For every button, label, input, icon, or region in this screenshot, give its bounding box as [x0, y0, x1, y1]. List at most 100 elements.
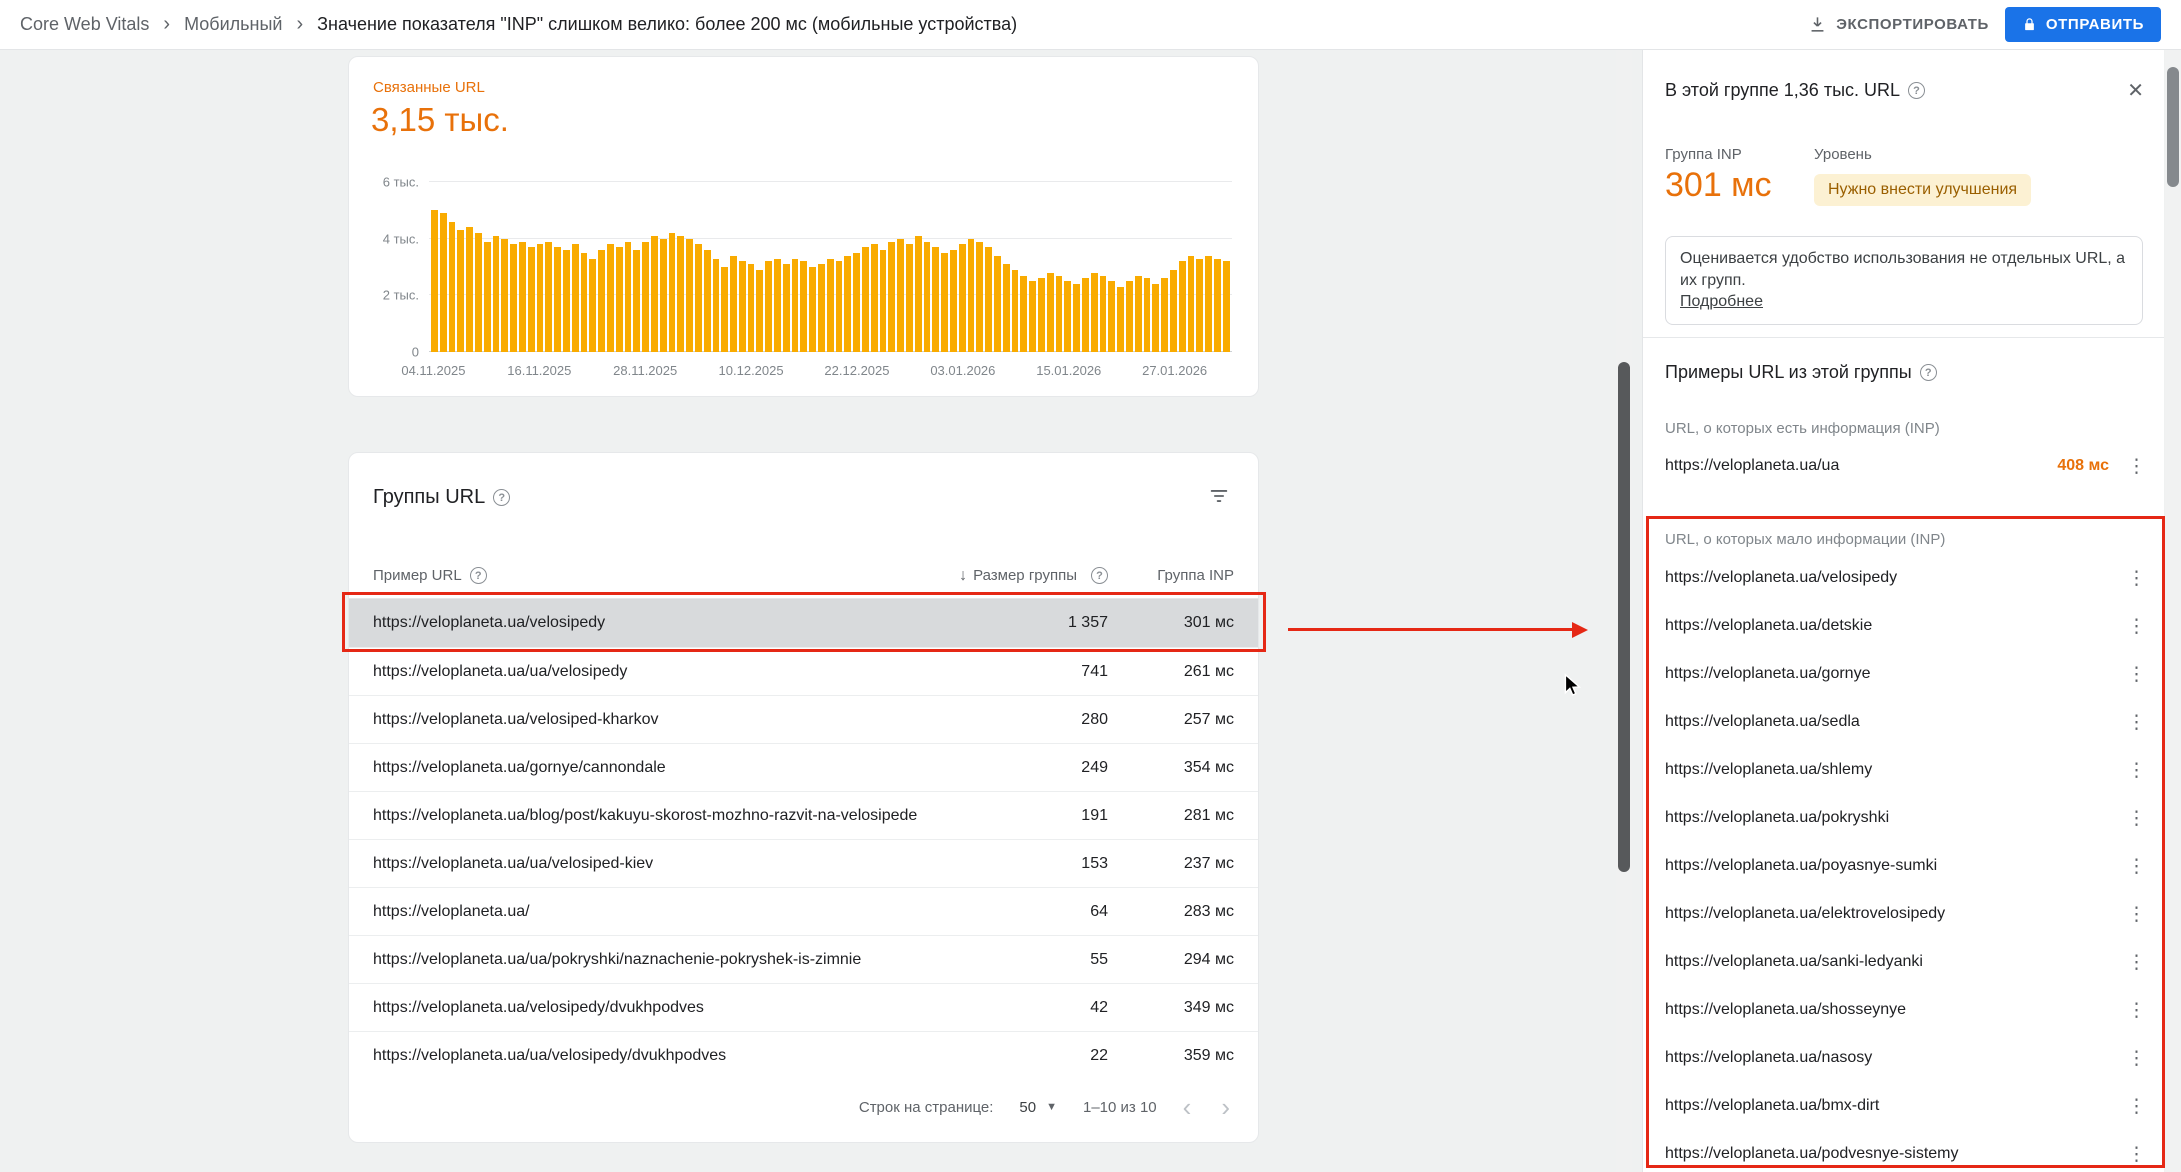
kebab-menu-icon[interactable]: ⋮ — [2123, 759, 2150, 782]
url-groups-table-body: https://veloplaneta.ua/velosipedy1 35730… — [349, 599, 1258, 1079]
breadcrumb-core-web-vitals[interactable]: Core Web Vitals — [20, 14, 149, 35]
kebab-menu-icon[interactable]: ⋮ — [2123, 855, 2150, 878]
chart-bar — [545, 242, 552, 353]
kebab-menu-icon[interactable]: ⋮ — [2123, 999, 2150, 1022]
url-list-item[interactable]: https://veloplaneta.ua/sanki-ledyanki⋮ — [1643, 938, 2164, 986]
learn-more-link[interactable]: Подробнее — [1680, 293, 1763, 310]
chart-bar — [598, 250, 605, 352]
url-list-item[interactable]: https://veloplaneta.ua/detskie⋮ — [1643, 602, 2164, 650]
pagination-range: 1–10 из 10 — [1083, 1099, 1157, 1116]
kebab-menu-icon[interactable]: ⋮ — [2123, 711, 2150, 734]
table-row[interactable]: https://veloplaneta.ua/ua/velosipedy7412… — [349, 647, 1258, 695]
help-icon[interactable]: ? — [493, 489, 510, 506]
known-url[interactable]: https://veloplaneta.ua/ua — [1665, 457, 2057, 475]
panel-scrollbar-track[interactable] — [2165, 50, 2181, 1172]
col-header-example-url[interactable]: Пример URL ? — [349, 567, 923, 584]
chart-bar — [1214, 259, 1221, 353]
table-row[interactable]: https://veloplaneta.ua/velosiped-kharkov… — [349, 695, 1258, 743]
row-group-size: 153 — [923, 855, 1108, 873]
row-group-inp: 349 мс — [1108, 999, 1258, 1017]
url-list-item[interactable]: https://veloplaneta.ua/shosseynye⋮ — [1643, 986, 2164, 1034]
chart-bar — [440, 213, 447, 352]
row-group-size: 741 — [923, 663, 1108, 681]
row-group-size: 22 — [923, 1047, 1108, 1065]
level-label: Уровень — [1814, 146, 1872, 163]
chart-bar — [660, 239, 667, 352]
col-header-group-size[interactable]: ↓ Размер группы ? — [923, 567, 1108, 585]
url-list-item[interactable]: https://veloplaneta.ua/gornye⋮ — [1643, 650, 2164, 698]
chart-bar — [633, 250, 640, 352]
table-row[interactable]: https://veloplaneta.ua/gornye/cannondale… — [349, 743, 1258, 791]
main-scrollbar-thumb[interactable] — [1618, 362, 1630, 872]
col-header-example-url-label: Пример URL — [373, 567, 462, 584]
url-groups-header: Группы URL ? — [373, 481, 1234, 514]
help-icon[interactable]: ? — [1920, 364, 1937, 381]
table-row[interactable]: https://veloplaneta.ua/blog/post/kakuyu-… — [349, 791, 1258, 839]
x-axis-label: 10.12.2025 — [719, 363, 784, 378]
url-list-item[interactable]: https://veloplaneta.ua/elektrovelosipedy… — [1643, 890, 2164, 938]
divider — [1643, 337, 2164, 338]
kebab-menu-icon[interactable]: ⋮ — [2123, 1095, 2150, 1118]
kebab-menu-icon[interactable]: ⋮ — [2123, 1047, 2150, 1070]
col-header-group-inp[interactable]: Группа INP — [1108, 567, 1258, 584]
kebab-menu-icon[interactable]: ⋮ — [2123, 663, 2150, 686]
mouse-cursor — [1560, 672, 1586, 703]
table-row[interactable]: https://veloplaneta.ua/ua/velosiped-kiev… — [349, 839, 1258, 887]
table-row[interactable]: https://veloplaneta.ua/64283 мс — [349, 887, 1258, 935]
close-panel-button[interactable]: ✕ — [2127, 78, 2144, 103]
chart-bar — [537, 244, 544, 352]
kebab-menu-icon[interactable]: ⋮ — [2123, 903, 2150, 926]
table-row[interactable]: https://veloplaneta.ua/ua/pokryshki/nazn… — [349, 935, 1258, 983]
kebab-menu-icon[interactable]: ⋮ — [2123, 951, 2150, 974]
group-detail-panel: В этой группе 1,36 тыс. URL ? ✕ Группа I… — [1642, 50, 2164, 1172]
url-list-item[interactable]: https://veloplaneta.ua/sedla⋮ — [1643, 698, 2164, 746]
help-icon[interactable]: ? — [1908, 82, 1925, 99]
row-example-url: https://veloplaneta.ua/velosipedy — [349, 614, 923, 632]
url-groups-title-text: Группы URL — [373, 486, 485, 509]
url-list-item[interactable]: https://veloplaneta.ua/velosipedy⋮ — [1643, 554, 2164, 602]
url-list-item[interactable]: https://veloplaneta.ua/podvesnye-sistemy… — [1643, 1130, 2164, 1172]
table-row[interactable]: https://veloplaneta.ua/ua/velosipedy/dvu… — [349, 1031, 1258, 1079]
url-list-item[interactable]: https://veloplaneta.ua/pokryshki⋮ — [1643, 794, 2164, 842]
main-scrollbar-track[interactable] — [1616, 50, 1632, 1172]
filter-button[interactable] — [1204, 481, 1234, 514]
kebab-menu-icon[interactable]: ⋮ — [2123, 1143, 2150, 1166]
next-page-icon[interactable]: › — [1221, 1094, 1230, 1120]
related-urls-card: Связанные URL 3,15 тыс. 02 тыс.4 тыс.6 т… — [348, 56, 1259, 397]
kebab-menu-icon[interactable]: ⋮ — [2123, 455, 2150, 478]
panel-scrollbar-thumb[interactable] — [2167, 67, 2179, 187]
previous-page-icon[interactable]: ‹ — [1183, 1094, 1192, 1120]
chart-bar — [1073, 284, 1080, 352]
submit-button[interactable]: ОТПРАВИТЬ — [2005, 7, 2161, 42]
kebab-menu-icon[interactable]: ⋮ — [2123, 615, 2150, 638]
row-group-inp: 261 мс — [1108, 663, 1258, 681]
row-example-url: https://veloplaneta.ua/ua/velosipedy/dvu… — [349, 1047, 923, 1065]
row-example-url: https://veloplaneta.ua/ — [349, 903, 923, 921]
url-list-item[interactable]: https://veloplaneta.ua/shlemy⋮ — [1643, 746, 2164, 794]
examples-title: Примеры URL из этой группы ? — [1665, 362, 1937, 383]
known-url-row[interactable]: https://veloplaneta.ua/ua 408 мс ⋮ — [1643, 442, 2164, 490]
kebab-menu-icon[interactable]: ⋮ — [2123, 807, 2150, 830]
kebab-menu-icon[interactable]: ⋮ — [2123, 567, 2150, 590]
filter-icon — [1208, 485, 1230, 507]
row-group-inp: 359 мс — [1108, 1047, 1258, 1065]
breadcrumb-mobile[interactable]: Мобильный — [184, 14, 282, 35]
row-group-inp: 283 мс — [1108, 903, 1258, 921]
table-row[interactable]: https://veloplaneta.ua/velosipedy/dvukhp… — [349, 983, 1258, 1031]
url-list-item[interactable]: https://veloplaneta.ua/poyasnye-sumki⋮ — [1643, 842, 2164, 890]
rows-per-page-select[interactable]: 50 ▼ — [1019, 1099, 1057, 1116]
row-example-url: https://veloplaneta.ua/gornye/cannondale — [349, 759, 923, 777]
submit-button-label: ОТПРАВИТЬ — [2046, 16, 2144, 33]
table-row[interactable]: https://veloplaneta.ua/velosipedy1 35730… — [349, 599, 1258, 647]
chart-bar — [985, 247, 992, 352]
chart-bar — [906, 244, 913, 352]
export-button[interactable]: ЭКСПОРТИРОВАТЬ — [1808, 15, 1989, 34]
chart-bar — [1100, 276, 1107, 353]
chart-bar — [528, 247, 535, 352]
help-icon[interactable]: ? — [470, 567, 487, 584]
url-list-item[interactable]: https://veloplaneta.ua/nasosy⋮ — [1643, 1034, 2164, 1082]
help-icon[interactable]: ? — [1091, 567, 1108, 584]
url-list-item[interactable]: https://veloplaneta.ua/bmx-dirt⋮ — [1643, 1082, 2164, 1130]
x-axis-label: 16.11.2025 — [507, 363, 571, 378]
top-bar: Core Web Vitals › Мобильный › Значение п… — [0, 0, 2181, 50]
